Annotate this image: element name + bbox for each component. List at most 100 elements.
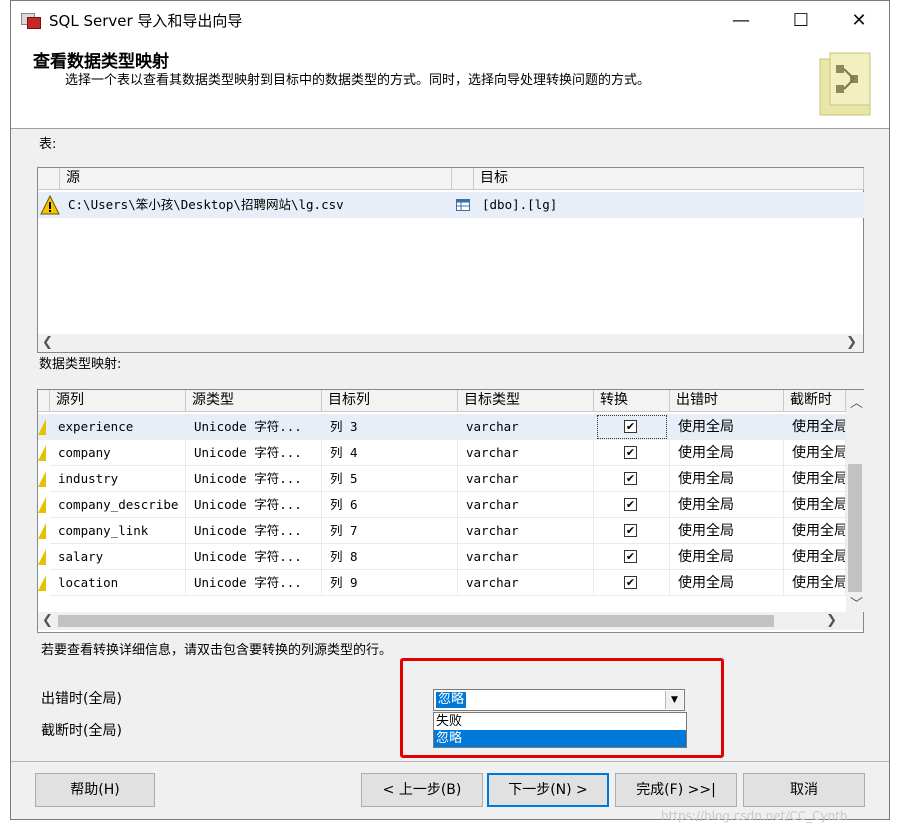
convert-cell[interactable]: ✔ — [594, 544, 670, 570]
help-button[interactable]: 帮助(H) — [35, 773, 155, 807]
wizard-header: 查看数据类型映射 选择一个表以查看其数据类型映射到目标中的数据类型的方式。同时，… — [11, 39, 889, 129]
source-col-cell: location — [50, 570, 186, 596]
convert-cell[interactable]: ✔ — [594, 440, 670, 466]
convert-checkbox[interactable]: ✔ — [624, 446, 637, 459]
global-trunc-label: 截断时(全局) — [41, 723, 122, 739]
on-error-cell: 使用全局 — [670, 466, 784, 492]
wizard-window: SQL Server 导入和导出向导 — ☐ ✕ 查看数据类型映射 选择一个表以… — [10, 0, 890, 823]
warning-icon — [38, 419, 46, 435]
tables-header-target[interactable]: 目标 — [474, 168, 864, 190]
convert-checkbox[interactable]: ✔ — [624, 524, 637, 537]
scroll-up-icon[interactable]: ︿ — [850, 392, 863, 411]
target-col-cell: 列 7 — [322, 518, 458, 544]
convert-cell[interactable]: ✔ — [594, 518, 670, 544]
back-button[interactable]: < 上一步(B) — [361, 773, 483, 807]
tables-header-spacer — [452, 168, 474, 190]
convert-cell[interactable]: ✔ — [594, 570, 670, 596]
table-source-cell: C:\Users\笨小孩\Desktop\招聘网站\lg.csv — [68, 197, 344, 212]
convert-checkbox[interactable]: ✔ — [624, 498, 637, 511]
table-row[interactable]: industry Unicode 字符... 列 5 varchar ✔ 使用全局 使用全局 — [38, 466, 846, 492]
source-type-cell: Unicode 字符... — [186, 440, 322, 466]
cancel-button[interactable]: 取消 — [743, 773, 865, 807]
warning-icon — [40, 195, 60, 215]
on-trunc-cell: 使用全局 — [784, 440, 846, 466]
target-type-cell: varchar — [458, 440, 594, 466]
on-error-cell: 使用全局 — [670, 492, 784, 518]
scroll-left-icon[interactable]: ❮ — [42, 613, 53, 628]
maximize-button[interactable]: ☐ — [771, 1, 831, 39]
minimize-button[interactable]: — — [711, 1, 771, 39]
tables-corner-header — [38, 168, 60, 190]
scroll-right-icon[interactable]: ❯ — [846, 335, 857, 350]
target-col-cell: 列 6 — [322, 492, 458, 518]
table-target-cell: [dbo].[lg] — [482, 197, 558, 212]
close-button[interactable]: ✕ — [829, 1, 889, 39]
source-type-cell: Unicode 字符... — [186, 544, 322, 570]
source-type-cell: Unicode 字符... — [186, 414, 322, 440]
highlight-box — [400, 658, 724, 758]
tables-grid: 源 目标 C:\Users\笨小孩\Desktop\招聘网站\lg.csv [d… — [37, 167, 864, 353]
table-row[interactable]: salary Unicode 字符... 列 8 varchar ✔ 使用全局 使用全局 — [38, 544, 846, 570]
source-type-cell: Unicode 字符... — [186, 466, 322, 492]
convert-checkbox[interactable]: ✔ — [624, 576, 637, 589]
convert-checkbox[interactable]: ✔ — [624, 472, 637, 485]
tables-header-source[interactable]: 源 — [60, 168, 452, 190]
mapping-header-source-type[interactable]: 源类型 — [186, 390, 322, 412]
table-row[interactable]: company_describe Unicode 字符... 列 6 varchar ✔… — [38, 492, 846, 518]
global-error-label: 出错时(全局) — [41, 691, 122, 707]
table-row[interactable]: C:\Users\笨小孩\Desktop\招聘网站\lg.csv [dbo].[… — [38, 192, 864, 218]
convert-checkbox[interactable]: ✔ — [624, 420, 637, 433]
on-error-cell: 使用全局 — [670, 544, 784, 570]
on-error-cell: 使用全局 — [670, 570, 784, 596]
watermark-text: https://blog.csdn.net/CC_Cynth — [661, 809, 848, 823]
mapping-header-on-error[interactable]: 出错时 — [670, 390, 784, 412]
tables-label: 表: — [39, 137, 57, 152]
mapping-header-target-col[interactable]: 目标列 — [322, 390, 458, 412]
table-row[interactable]: company_link Unicode 字符... 列 7 varchar ✔ 使用全局… — [38, 518, 846, 544]
finish-button[interactable]: 完成(F) >>| — [615, 773, 737, 807]
target-col-cell: 列 8 — [322, 544, 458, 570]
convert-checkbox[interactable]: ✔ — [624, 550, 637, 563]
hscroll-thumb[interactable] — [58, 615, 774, 627]
scroll-down-icon[interactable]: ﹀ — [850, 593, 863, 612]
source-col-cell: salary — [50, 544, 186, 570]
wizard-graphic-icon — [819, 52, 871, 116]
mapping-hscrollbar[interactable]: ❮ ❯ — [38, 612, 863, 630]
title-bar: SQL Server 导入和导出向导 — ☐ ✕ — [11, 1, 889, 39]
mapping-header-source-col[interactable]: 源列 — [50, 390, 186, 412]
source-col-cell: company — [50, 440, 186, 466]
mapping-header-target-type[interactable]: 目标类型 — [458, 390, 594, 412]
source-col-cell: company_link — [50, 518, 186, 544]
sql-server-icon — [21, 11, 41, 29]
source-type-cell: Unicode 字符... — [186, 570, 322, 596]
next-button[interactable]: 下一步(N) > — [487, 773, 609, 807]
mapping-vscrollbar[interactable]: ︿ ﹀ — [846, 390, 864, 612]
table-row[interactable]: company Unicode 字符... 列 4 varchar ✔ 使用全局 使用全局 — [38, 440, 846, 466]
tables-hscrollbar[interactable]: ❮ ❯ — [38, 334, 863, 352]
scroll-left-icon[interactable]: ❮ — [42, 335, 53, 350]
warning-icon — [38, 445, 46, 461]
table-row[interactable]: experience Unicode 字符... 列 3 varchar ✔ 使用全局 使用… — [38, 414, 846, 440]
mapping-header-convert[interactable]: 转换 — [594, 390, 670, 412]
hint-text: 若要查看转换详细信息，请双击包含要转换的列源类型的行。 — [41, 643, 393, 658]
convert-cell[interactable]: ✔ — [594, 414, 670, 440]
convert-cell[interactable]: ✔ — [594, 466, 670, 492]
target-col-cell: 列 3 — [322, 414, 458, 440]
vscroll-thumb[interactable] — [848, 464, 862, 592]
mapping-header-on-trunc[interactable]: 截断时 — [784, 390, 846, 412]
on-trunc-cell: 使用全局 — [784, 492, 846, 518]
source-col-cell: company_describe — [50, 492, 186, 518]
target-type-cell: varchar — [458, 414, 594, 440]
on-error-cell: 使用全局 — [670, 440, 784, 466]
warning-icon — [38, 575, 46, 591]
on-trunc-cell: 使用全局 — [784, 466, 846, 492]
mapping-corner-header — [38, 390, 50, 412]
window-title: SQL Server 导入和导出向导 — [49, 11, 243, 30]
mapping-grid: 源列 源类型 目标列 目标类型 转换 出错时 截断时 experience Uni… — [37, 389, 864, 633]
convert-cell[interactable]: ✔ — [594, 492, 670, 518]
table-row[interactable]: location Unicode 字符... 列 9 varchar ✔ 使用全局 使用全局 — [38, 570, 846, 596]
target-type-cell: varchar — [458, 492, 594, 518]
on-trunc-cell: 使用全局 — [784, 518, 846, 544]
source-type-cell: Unicode 字符... — [186, 492, 322, 518]
scroll-right-icon[interactable]: ❯ — [826, 613, 837, 628]
